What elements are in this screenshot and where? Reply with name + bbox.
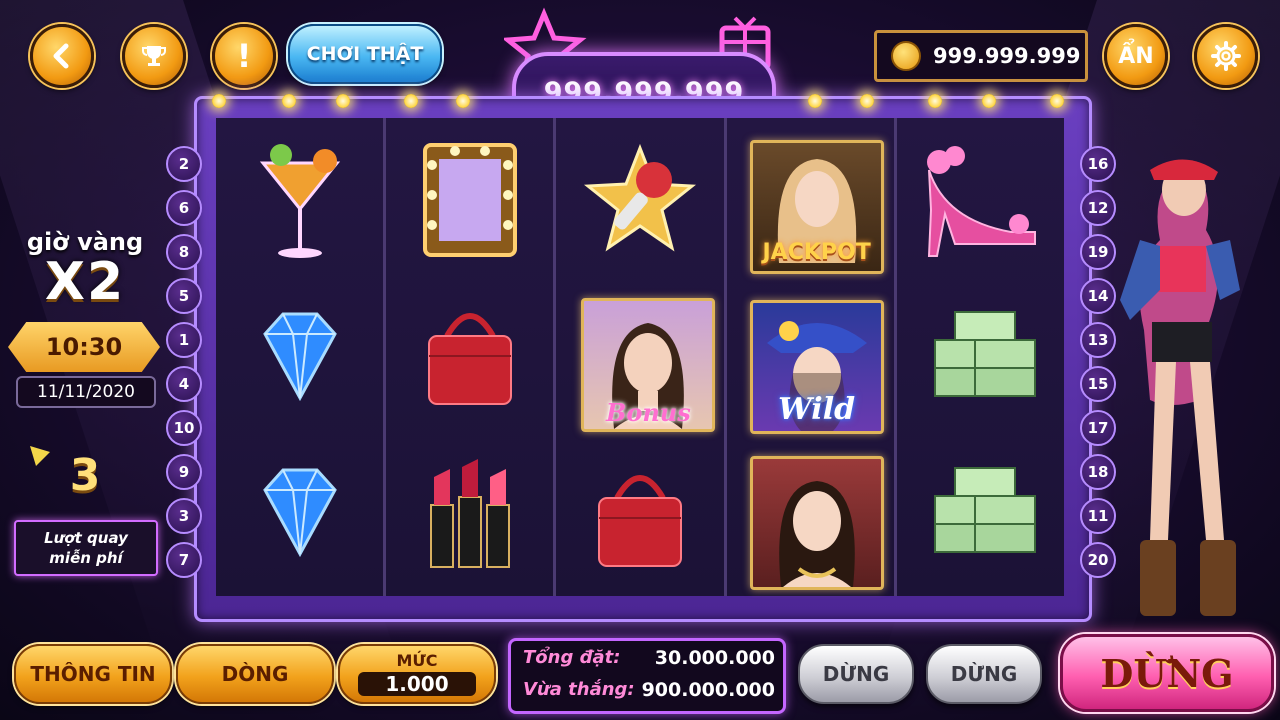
star-microphone-symbol <box>570 130 710 270</box>
reel-1 <box>216 118 387 596</box>
marquee-bulb <box>336 94 350 108</box>
total-bet-label: Tổng đặt: <box>523 647 621 668</box>
bonus-label: Bonus <box>606 398 691 427</box>
high-heel-symbol <box>910 130 1050 270</box>
money-stack-symbol <box>910 444 1050 584</box>
free-spins-label: Lượt quay miễn phí <box>14 520 158 576</box>
free-spins-label-line1: Lượt quay <box>44 529 128 547</box>
total-bet-value: 30.000.000 <box>654 647 775 669</box>
lipstick-symbol <box>400 442 540 582</box>
reels-grid: Bonus JACKPOT Wild <box>216 118 1065 596</box>
sparkle-icon <box>30 446 50 466</box>
jackpot-label: JACKPOT <box>762 240 871 265</box>
red-handbag-symbol <box>400 286 540 426</box>
jackpot-symbol: JACKPOT <box>749 140 884 274</box>
payline-number[interactable]: 7 <box>166 542 202 578</box>
bet-level-value: 1.000 <box>358 672 476 696</box>
payline-number[interactable]: 9 <box>166 454 202 490</box>
balance-value: 999.999.999 <box>933 44 1081 68</box>
bet-summary-panel: Tổng đặt: 30.000.000 Vừa thắng: 900.000.… <box>508 638 786 714</box>
play-real-button[interactable]: CHƠI THẬT <box>288 24 442 84</box>
wild-label: Wild <box>778 392 856 427</box>
info-exclaim-button[interactable]: ! <box>212 24 276 88</box>
hide-label: ẨN <box>1118 43 1154 69</box>
diamond-symbol <box>230 442 370 582</box>
coin-icon <box>891 41 921 71</box>
marquee-bulb <box>860 94 874 108</box>
free-spins-count: 3 <box>69 450 101 501</box>
multiplier: X2 <box>44 252 126 312</box>
mirror-symbol <box>400 130 540 270</box>
settings-button[interactable] <box>1194 24 1258 88</box>
marquee-bulb <box>282 94 296 108</box>
payline-number[interactable]: 1 <box>166 322 202 358</box>
marquee-bulb <box>808 94 822 108</box>
marquee-bulb <box>928 94 942 108</box>
payline-number[interactable]: 10 <box>166 410 202 446</box>
bet-level-button[interactable]: MỨC 1.000 <box>338 644 496 704</box>
payline-number[interactable]: 5 <box>166 278 202 314</box>
exclamation-icon: ! <box>236 37 252 75</box>
lines-button[interactable]: DÒNG <box>176 644 334 704</box>
trophy-icon <box>142 46 166 66</box>
wild-symbol: Wild <box>749 300 884 434</box>
reel-5 <box>896 118 1065 596</box>
marquee-bulb <box>982 94 996 108</box>
reel-4: JACKPOT Wild <box>726 118 897 596</box>
balance-display: 999.999.999 <box>874 30 1088 82</box>
timer-value: 10:30 <box>45 333 123 361</box>
payline-number[interactable]: 4 <box>166 366 202 402</box>
marquee-bulb <box>1050 94 1064 108</box>
win-label: Vừa thắng: <box>523 679 635 700</box>
stop-reel-button-1[interactable]: DỪNG <box>798 644 914 704</box>
stop-reel-button-2[interactable]: DỪNG <box>926 644 1042 704</box>
hide-button[interactable]: ẨN <box>1104 24 1168 88</box>
gear-icon <box>1211 41 1241 71</box>
win-value: 900.000.000 <box>641 679 775 701</box>
payline-number[interactable]: 8 <box>166 234 202 270</box>
event-date: 11/11/2020 <box>16 376 156 408</box>
bet-level-label: MỨC <box>396 651 438 670</box>
golden-hour-timer: 10:30 <box>8 322 160 372</box>
money-stack-symbol <box>910 288 1050 428</box>
payline-number[interactable]: 2 <box>166 146 202 182</box>
chevron-left-icon <box>53 43 69 69</box>
reel-3: Bonus <box>556 118 727 596</box>
marquee-bulb <box>212 94 226 108</box>
mascot-character <box>1120 159 1240 616</box>
payline-number[interactable]: 6 <box>166 190 202 226</box>
back-button[interactable] <box>30 24 94 88</box>
diamond-symbol <box>230 286 370 426</box>
lady-portrait-symbol <box>749 456 884 590</box>
free-spins-label-line2: miễn phí <box>49 549 123 567</box>
red-handbag-symbol <box>570 448 710 588</box>
bonus-symbol: Bonus <box>581 298 716 432</box>
spin-stop-button[interactable]: DỪNG <box>1060 634 1274 712</box>
trophy-button[interactable] <box>122 24 186 88</box>
cocktail-symbol <box>230 128 370 268</box>
payline-number[interactable]: 3 <box>166 498 202 534</box>
reel-2 <box>386 118 557 596</box>
marquee-bulb <box>404 94 418 108</box>
marquee-bulb <box>456 94 470 108</box>
info-button[interactable]: THÔNG TIN <box>14 644 172 704</box>
